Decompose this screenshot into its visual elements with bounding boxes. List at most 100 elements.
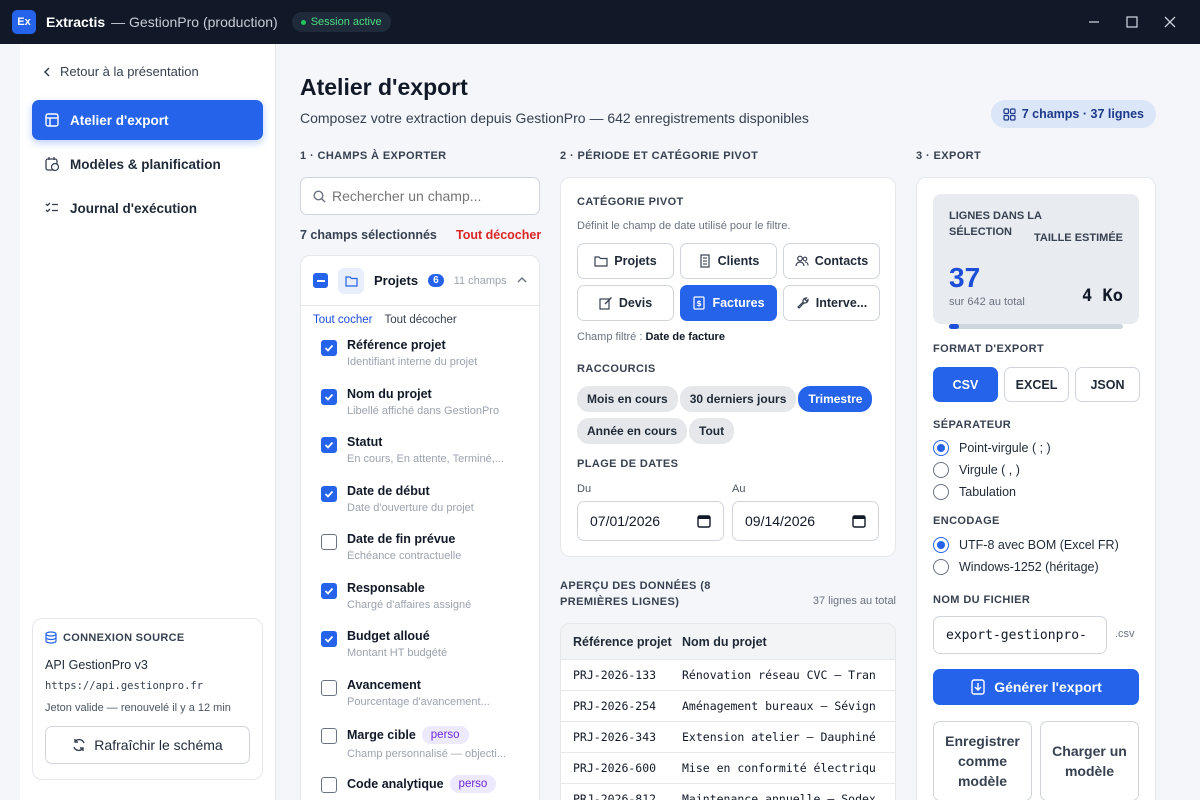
refresh-schema-button[interactable]: Rafraîchir le schéma: [45, 726, 250, 764]
cell-reference: PRJ-2026-133: [573, 668, 657, 682]
separator-radio[interactable]: [933, 440, 949, 456]
field-label: Statut: [347, 435, 515, 449]
main-content: Atelier d'export Composez votre extracti…: [276, 44, 1200, 800]
field-search-box: [300, 177, 540, 215]
group-check-all-link[interactable]: Tout cocher: [313, 314, 372, 326]
field-row[interactable]: Responsable Chargé d'affaires assigné: [321, 581, 539, 630]
selection-summary: 7 champs · 37 lignes: [1021, 107, 1144, 121]
field-checkbox[interactable]: [321, 388, 337, 405]
separator-radio[interactable]: [933, 484, 949, 500]
cell-reference: PRJ-2026-343: [573, 730, 657, 744]
field-row[interactable]: Nom du projet Libellé affiché dans Gestio…: [321, 387, 539, 436]
custom-field-tag: perso: [421, 726, 469, 744]
encoding-radio[interactable]: [933, 537, 949, 553]
shortcut-chip[interactable]: Tout: [689, 418, 735, 444]
field-checkbox[interactable]: [321, 728, 337, 744]
field-row[interactable]: Date de fin prévue Échéance contractuelle: [321, 532, 539, 581]
group-selected-count: 6: [428, 274, 444, 287]
field-checkbox[interactable]: [321, 776, 337, 793]
pivot-category-clients[interactable]: Clients: [680, 243, 777, 279]
progress-fill: [949, 324, 960, 329]
preview-table: Référence projet Nom du projet PRJ-2026-…: [560, 623, 896, 800]
field-list: Référence projet Identifiant interne du p…: [301, 338, 539, 800]
pivot-section-title: 2 · PÉRIODE ET CATÉGORIE PIVOT: [560, 150, 759, 162]
field-checkbox[interactable]: [321, 437, 337, 453]
column-header: Nom du projet: [682, 634, 767, 649]
field-checkbox[interactable]: [321, 534, 337, 550]
edit-icon: [599, 297, 612, 310]
pivot-description: Définit le champ de date utilisé pour le…: [577, 220, 791, 232]
field-row[interactable]: Référence projet Identifiant interne du p…: [321, 338, 539, 387]
field-row[interactable]: Budget alloué Montant HT budgété: [321, 629, 539, 678]
field-row[interactable]: Avancement Pourcentage d'avancement...: [321, 678, 539, 727]
pivot-category-grid: Projets Clients Contacts Devis $ Factures Inte…: [577, 243, 880, 321]
generate-export-label: Générer l'export: [994, 679, 1102, 695]
nav-item-label: Modèles & planification: [70, 156, 221, 172]
chevron-up-icon[interactable]: [517, 273, 527, 288]
uncheck-all-button[interactable]: Tout décocher: [456, 228, 541, 242]
pivot-category-projets[interactable]: Projets: [577, 243, 674, 279]
minimize-icon[interactable]: [1086, 14, 1102, 30]
field-label: Responsable: [347, 581, 515, 595]
fields-section-title: 1 · CHAMPS À EXPORTER: [300, 150, 447, 162]
save-model-button[interactable]: Enregistrer comme modèle: [933, 721, 1032, 800]
load-model-button[interactable]: Charger un modèle: [1040, 721, 1139, 800]
field-label: Nom du projet: [347, 387, 515, 401]
separator-option[interactable]: Virgule ( , ): [933, 462, 1020, 478]
pivot-card: CATÉGORIE PIVOT Définit le champ de date…: [560, 177, 896, 557]
cell-name: Maintenance annuelle — Sodex: [682, 792, 876, 800]
generate-export-button[interactable]: Générer l'export: [933, 669, 1139, 705]
field-checkbox[interactable]: [321, 485, 337, 502]
source-title: CONNEXION SOURCE: [63, 631, 185, 644]
pivot-category-devis[interactable]: Devis: [577, 285, 674, 321]
field-checkbox[interactable]: [321, 631, 337, 647]
nav-item-export-workshop[interactable]: Atelier d'export: [32, 100, 263, 140]
pivot-category-factures[interactable]: $ Factures: [680, 285, 777, 321]
source-connection-card: CONNEXION SOURCE API GestionPro v3 https…: [32, 618, 263, 780]
format-excel-button[interactable]: EXCEL: [1004, 367, 1069, 402]
nav-item-journal[interactable]: Journal d'exécution: [32, 188, 263, 228]
format-csv-button[interactable]: CSV: [933, 367, 998, 402]
shortcut-chip[interactable]: Mois en cours: [577, 386, 678, 412]
export-card: LIGNES DANS LA SÉLECTION 37 sur 642 au t…: [916, 177, 1156, 800]
field-checkbox[interactable]: [321, 340, 337, 356]
field-search-input[interactable]: [332, 188, 522, 204]
back-link[interactable]: Retour à la présentation: [42, 64, 199, 79]
field-row[interactable]: Date de début Date d'ouverture du projet: [321, 484, 539, 533]
shortcut-chip[interactable]: Année en cours: [577, 418, 688, 444]
filename-input[interactable]: export-gestionpro-: [933, 616, 1107, 654]
field-name: Responsable: [347, 580, 425, 595]
shortcut-chip[interactable]: 30 derniers jours: [679, 386, 797, 412]
pivot-category-interve[interactable]: Interve...: [783, 285, 880, 321]
group-header-projets[interactable]: Projets 6 11 champs: [301, 256, 539, 306]
format-json-button[interactable]: JSON: [1075, 367, 1140, 402]
field-description: Montant HT budgété: [347, 647, 448, 659]
group-uncheck-all-link[interactable]: Tout décocher: [384, 314, 456, 326]
date-to-label: Au: [732, 483, 746, 495]
separator-option[interactable]: Tabulation: [933, 484, 1016, 500]
separator-option[interactable]: Point-virgule ( ; ): [933, 440, 1051, 456]
pivot-category-contacts[interactable]: Contacts: [783, 243, 880, 279]
separator-radio[interactable]: [933, 462, 949, 478]
field-checkbox[interactable]: [321, 582, 337, 599]
filename-title: NOM DU FICHIER: [933, 594, 1031, 606]
field-row[interactable]: Marge cible perso Champ personnalisé — obj…: [321, 726, 539, 775]
date-to-input[interactable]: 09/14/2026: [732, 501, 879, 541]
close-icon[interactable]: [1162, 14, 1178, 30]
field-row[interactable]: Statut En cours, En attente, Terminé,...: [321, 435, 539, 484]
encoding-option[interactable]: UTF-8 avec BOM (Excel FR): [933, 537, 1119, 553]
date-from-label: Du: [577, 483, 592, 495]
field-description: Champ personnalisé — objecti...: [347, 748, 506, 760]
nav-item-models[interactable]: Modèles & planification: [32, 144, 263, 184]
date-shortcuts: Mois en cours 30 derniers jours Trimestre A…: [577, 386, 887, 450]
field-row[interactable]: Code analytique perso: [321, 774, 539, 800]
date-from-input[interactable]: 07/01/2026: [577, 501, 724, 541]
encoding-radio[interactable]: [933, 559, 949, 575]
shortcut-chip[interactable]: Trimestre: [798, 386, 873, 412]
field-checkbox[interactable]: [321, 679, 337, 696]
check-icon: [324, 344, 334, 352]
encoding-option[interactable]: Windows-1252 (héritage): [933, 559, 1099, 575]
group-checkbox[interactable]: [313, 273, 328, 288]
selection-progress-bar: [949, 324, 1123, 329]
maximize-icon[interactable]: [1124, 14, 1140, 30]
